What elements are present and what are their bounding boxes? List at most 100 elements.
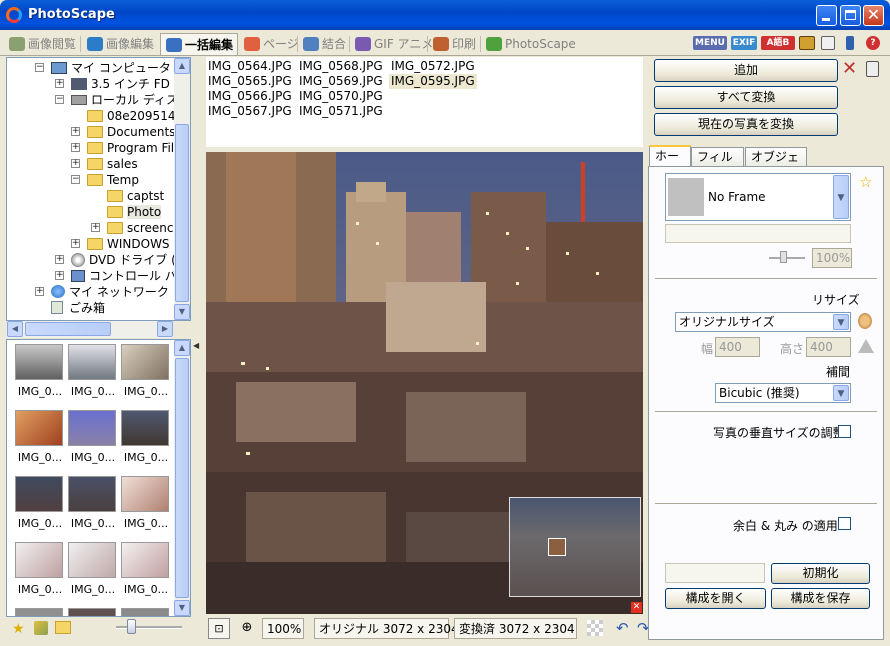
tree-item-recycle-bin[interactable]: ごみ箱 (51, 300, 105, 316)
tree-item-folder[interactable]: + screenca (91, 220, 181, 236)
tree-item-local-disk[interactable]: − ローカル ディスク ( (55, 92, 190, 108)
resize-person-icon[interactable] (858, 313, 872, 329)
tab-batch-editor[interactable]: 一括編集 (160, 33, 238, 55)
expand-icon[interactable]: + (35, 287, 44, 296)
tree-vertical-scrollbar[interactable]: ▲ ▼ (174, 58, 190, 320)
tab-home[interactable]: ホーム (649, 145, 691, 181)
collapse-icon[interactable]: − (55, 95, 64, 104)
remove-icon[interactable]: ✕ (842, 59, 857, 79)
tab-combine[interactable]: 結合 (298, 33, 349, 55)
thumbnail-item[interactable] (121, 608, 171, 616)
refresh-icon[interactable] (34, 621, 48, 635)
thumbnail-size-slider[interactable] (116, 626, 182, 629)
collapse-icon[interactable]: − (35, 63, 44, 72)
scrollbar-thumb[interactable] (175, 124, 189, 302)
tree-item-folder[interactable]: + Documents (71, 124, 175, 140)
tab-photoscape[interactable]: PhotoScape (481, 33, 576, 55)
tree-item-folder-selected[interactable]: Photo (107, 204, 162, 220)
file-item[interactable]: IMG_0566.JPG (208, 89, 292, 104)
exif-icon[interactable]: EXIF (731, 36, 757, 50)
thumbnail-item[interactable] (15, 608, 65, 616)
thumbnail-item[interactable]: IMG_0... (68, 542, 118, 604)
file-item[interactable]: IMG_0564.JPG (208, 59, 292, 74)
frame-select[interactable]: No Frame ▼ (665, 173, 851, 221)
splitter-arrow-icon[interactable]: ◀ (193, 341, 199, 350)
expand-icon[interactable]: + (71, 127, 80, 136)
language-icon[interactable]: A語B (761, 36, 795, 50)
thumbnail-item[interactable]: IMG_0... (15, 344, 65, 406)
open-config-button[interactable]: 構成を開く (665, 588, 766, 609)
tab-editor[interactable]: 画像編集 (82, 33, 159, 55)
tab-gif-animation[interactable]: GIF アニメ (350, 33, 433, 55)
transparency-icon[interactable] (587, 620, 603, 636)
thumbnail-item[interactable]: IMG_0... (68, 410, 118, 472)
save-config-button[interactable]: 構成を保存 (771, 588, 870, 609)
help-icon[interactable]: ? (866, 36, 880, 50)
zoom-fit-icon[interactable]: ⊡ (208, 618, 230, 639)
add-button[interactable]: 追加 (654, 59, 838, 82)
close-navigator-icon[interactable]: ✕ (631, 602, 642, 613)
menu-icon[interactable]: MENU (693, 36, 727, 50)
chevron-down-icon[interactable]: ▼ (833, 314, 849, 330)
scroll-left-icon[interactable]: ◀ (7, 321, 23, 337)
scroll-up-icon[interactable]: ▲ (174, 58, 190, 74)
thumbnail-item[interactable]: IMG_0... (68, 476, 118, 538)
convert-all-button[interactable]: すべて変換 (654, 86, 838, 109)
copy-icon[interactable] (821, 36, 835, 50)
tab-print[interactable]: 印刷 (428, 33, 480, 55)
file-item[interactable]: IMG_0571.JPG (299, 104, 383, 119)
aspect-ratio-icon[interactable] (858, 339, 874, 353)
rotate-left-icon[interactable]: ↶ (616, 619, 629, 637)
tree-item-control-panel[interactable]: + コントロール パネ (55, 268, 189, 284)
scrollbar-thumb[interactable] (25, 322, 111, 336)
file-item[interactable]: IMG_0568.JPG (299, 59, 383, 74)
trash-icon[interactable] (866, 61, 879, 77)
tree-item-dvd[interactable]: + DVD ドライブ (D: (55, 252, 189, 268)
file-item-selected[interactable]: IMG_0595.JPG (389, 74, 477, 89)
frame-opacity-slider[interactable] (769, 257, 805, 259)
frame-opacity-handle[interactable] (780, 251, 787, 263)
navigator-overview[interactable] (509, 497, 641, 597)
resize-select[interactable]: オリジナルサイズ ▼ (675, 312, 851, 332)
thumbnail-item[interactable]: IMG_0... (15, 476, 65, 538)
thumbnail-item[interactable]: IMG_0... (121, 410, 171, 472)
thumbnail-item[interactable]: IMG_0... (15, 410, 65, 472)
file-item[interactable]: IMG_0565.JPG (208, 74, 292, 89)
vertical-adjust-checkbox[interactable] (838, 425, 851, 438)
favorite-frame-star-icon[interactable]: ☆ (859, 173, 872, 191)
width-input[interactable]: 400 (715, 337, 760, 357)
scrollbar-thumb[interactable] (175, 358, 189, 598)
film-icon[interactable] (799, 36, 815, 50)
height-input[interactable]: 400 (806, 337, 851, 357)
convert-current-button[interactable]: 現在の写真を変換 (654, 113, 838, 136)
scroll-down-icon[interactable]: ▼ (174, 304, 190, 320)
thumbnail-item[interactable]: IMG_0... (121, 344, 171, 406)
tree-item-folder[interactable]: + sales (71, 156, 138, 172)
expand-icon[interactable]: + (55, 255, 64, 264)
file-item[interactable]: IMG_0569.JPG (299, 74, 383, 89)
favorite-star-icon[interactable]: ★ (12, 621, 25, 637)
interpolation-select[interactable]: Bicubic (推奨) ▼ (715, 383, 851, 403)
file-item[interactable]: IMG_0572.JPG (391, 59, 475, 74)
tree-item-folder[interactable]: 08e209514 (87, 108, 175, 124)
thumbnail-vertical-scrollbar[interactable]: ▲ ▼ (174, 340, 190, 616)
open-folder-icon[interactable] (55, 621, 71, 634)
tree-item-folder[interactable]: − Temp (71, 172, 139, 188)
navigator-viewport[interactable] (548, 538, 566, 556)
reset-button[interactable]: 初期化 (771, 563, 870, 584)
collapse-icon[interactable]: − (71, 175, 80, 184)
file-item[interactable]: IMG_0567.JPG (208, 104, 292, 119)
expand-icon[interactable]: + (71, 239, 80, 248)
maximize-button[interactable] (840, 5, 861, 26)
scroll-up-icon[interactable]: ▲ (174, 340, 190, 356)
tree-horizontal-scrollbar[interactable]: ◀ ▶ (7, 321, 173, 338)
tab-page[interactable]: ページ (239, 33, 299, 55)
expand-icon[interactable]: + (71, 159, 80, 168)
tree-item-my-computer[interactable]: − マイ コンピュータ (35, 60, 171, 76)
tree-item-folder[interactable]: captst (107, 188, 164, 204)
tab-filter[interactable]: フィルター (691, 147, 744, 182)
thumbnail-size-slider-handle[interactable] (127, 619, 136, 634)
close-button[interactable]: ✕ (863, 5, 884, 26)
scroll-right-icon[interactable]: ▶ (157, 321, 173, 337)
expand-icon[interactable]: + (91, 223, 100, 232)
